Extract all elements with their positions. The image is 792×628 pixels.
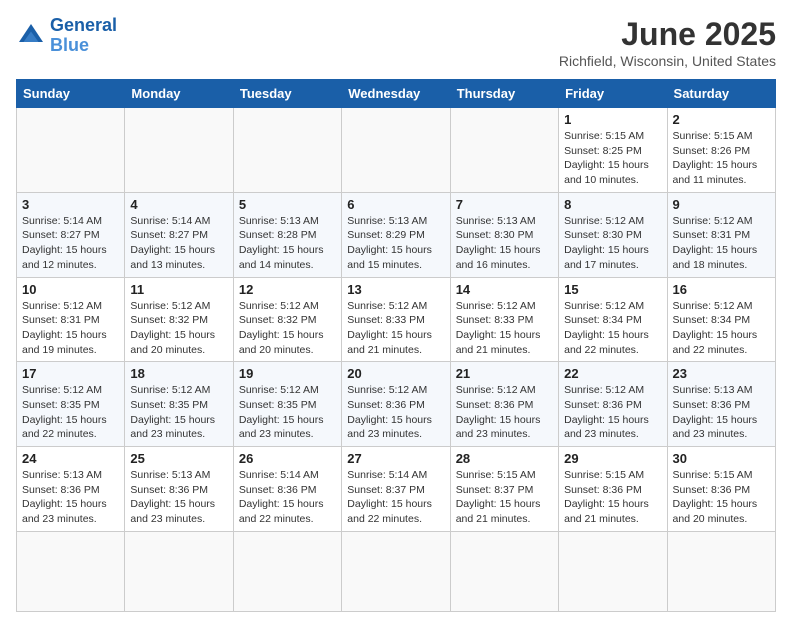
table-row: 15 Sunrise: 5:12 AMSunset: 8:34 PMDaylig…	[559, 277, 667, 362]
week-row-5: 24 Sunrise: 5:13 AMSunset: 8:36 PMDaylig…	[17, 447, 776, 532]
table-row: 6 Sunrise: 5:13 AMSunset: 8:29 PMDayligh…	[342, 192, 450, 277]
table-row	[125, 108, 233, 193]
col-friday: Friday	[559, 80, 667, 108]
week-row-6	[17, 531, 776, 611]
table-row: 25 Sunrise: 5:13 AMSunset: 8:36 PMDaylig…	[125, 447, 233, 532]
table-row: 11 Sunrise: 5:12 AMSunset: 8:32 PMDaylig…	[125, 277, 233, 362]
table-row: 13 Sunrise: 5:12 AMSunset: 8:33 PMDaylig…	[342, 277, 450, 362]
week-row-3: 10 Sunrise: 5:12 AMSunset: 8:31 PMDaylig…	[17, 277, 776, 362]
calendar-table: Sunday Monday Tuesday Wednesday Thursday…	[16, 79, 776, 612]
table-row: 2 Sunrise: 5:15 AMSunset: 8:26 PMDayligh…	[667, 108, 775, 193]
table-row: 26 Sunrise: 5:14 AMSunset: 8:36 PMDaylig…	[233, 447, 341, 532]
table-row: 21 Sunrise: 5:12 AMSunset: 8:36 PMDaylig…	[450, 362, 558, 447]
table-row: 12 Sunrise: 5:12 AMSunset: 8:32 PMDaylig…	[233, 277, 341, 362]
table-row	[342, 108, 450, 193]
table-row: 30 Sunrise: 5:15 AMSunset: 8:36 PMDaylig…	[667, 447, 775, 532]
logo-general: General	[50, 15, 117, 35]
title-block: June 2025 Richfield, Wisconsin, United S…	[559, 16, 776, 69]
table-row	[17, 531, 125, 611]
table-row	[233, 108, 341, 193]
table-row: 19 Sunrise: 5:12 AMSunset: 8:35 PMDaylig…	[233, 362, 341, 447]
table-row: 18 Sunrise: 5:12 AMSunset: 8:35 PMDaylig…	[125, 362, 233, 447]
col-thursday: Thursday	[450, 80, 558, 108]
week-row-4: 17 Sunrise: 5:12 AMSunset: 8:35 PMDaylig…	[17, 362, 776, 447]
table-row: 1 Sunrise: 5:15 AMSunset: 8:25 PMDayligh…	[559, 108, 667, 193]
month-title: June 2025	[559, 16, 776, 53]
week-row-2: 3 Sunrise: 5:14 AMSunset: 8:27 PMDayligh…	[17, 192, 776, 277]
table-row: 29 Sunrise: 5:15 AMSunset: 8:36 PMDaylig…	[559, 447, 667, 532]
table-row	[233, 531, 341, 611]
table-row	[17, 108, 125, 193]
table-row	[450, 108, 558, 193]
table-row: 22 Sunrise: 5:12 AMSunset: 8:36 PMDaylig…	[559, 362, 667, 447]
location-text: Richfield, Wisconsin, United States	[559, 53, 776, 69]
table-row: 7 Sunrise: 5:13 AMSunset: 8:30 PMDayligh…	[450, 192, 558, 277]
table-row	[125, 531, 233, 611]
table-row: 23 Sunrise: 5:13 AMSunset: 8:36 PMDaylig…	[667, 362, 775, 447]
page-header: General Blue June 2025 Richfield, Wiscon…	[16, 16, 776, 69]
col-saturday: Saturday	[667, 80, 775, 108]
table-row: 4 Sunrise: 5:14 AMSunset: 8:27 PMDayligh…	[125, 192, 233, 277]
table-row: 8 Sunrise: 5:12 AMSunset: 8:30 PMDayligh…	[559, 192, 667, 277]
table-row: 20 Sunrise: 5:12 AMSunset: 8:36 PMDaylig…	[342, 362, 450, 447]
table-row: 16 Sunrise: 5:12 AMSunset: 8:34 PMDaylig…	[667, 277, 775, 362]
col-wednesday: Wednesday	[342, 80, 450, 108]
table-row	[450, 531, 558, 611]
col-sunday: Sunday	[17, 80, 125, 108]
table-row: 17 Sunrise: 5:12 AMSunset: 8:35 PMDaylig…	[17, 362, 125, 447]
col-tuesday: Tuesday	[233, 80, 341, 108]
table-row	[559, 531, 667, 611]
table-row: 10 Sunrise: 5:12 AMSunset: 8:31 PMDaylig…	[17, 277, 125, 362]
table-row	[667, 531, 775, 611]
week-row-1: 1 Sunrise: 5:15 AMSunset: 8:25 PMDayligh…	[17, 108, 776, 193]
table-row: 3 Sunrise: 5:14 AMSunset: 8:27 PMDayligh…	[17, 192, 125, 277]
table-row: 28 Sunrise: 5:15 AMSunset: 8:37 PMDaylig…	[450, 447, 558, 532]
table-row	[342, 531, 450, 611]
logo-icon	[16, 21, 46, 51]
table-row: 9 Sunrise: 5:12 AMSunset: 8:31 PMDayligh…	[667, 192, 775, 277]
table-row: 24 Sunrise: 5:13 AMSunset: 8:36 PMDaylig…	[17, 447, 125, 532]
logo: General Blue	[16, 16, 117, 56]
table-row: 27 Sunrise: 5:14 AMSunset: 8:37 PMDaylig…	[342, 447, 450, 532]
table-row: 5 Sunrise: 5:13 AMSunset: 8:28 PMDayligh…	[233, 192, 341, 277]
table-row: 14 Sunrise: 5:12 AMSunset: 8:33 PMDaylig…	[450, 277, 558, 362]
logo-blue: Blue	[50, 36, 117, 56]
col-monday: Monday	[125, 80, 233, 108]
